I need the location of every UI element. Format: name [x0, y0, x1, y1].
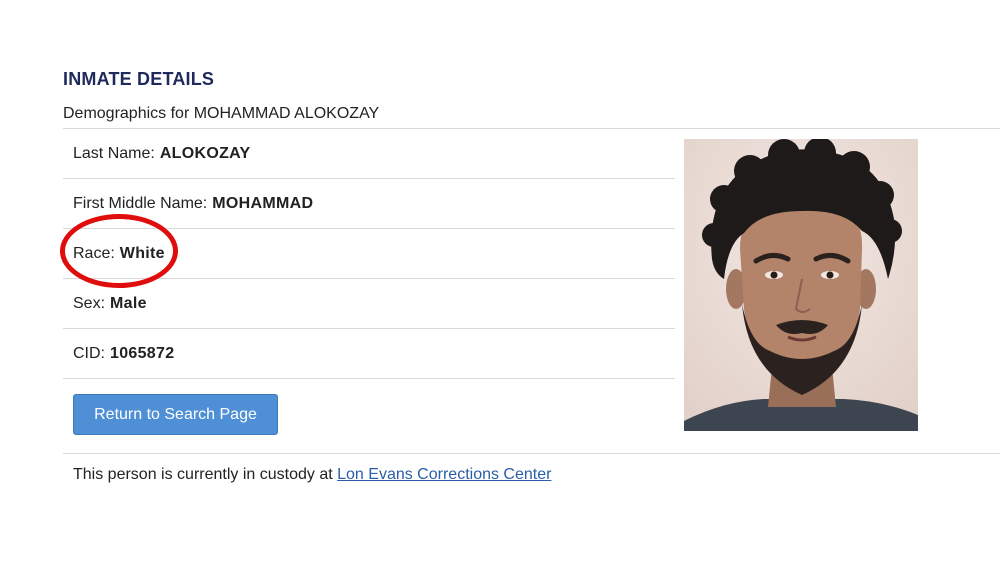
- detail-label: Last Name:: [73, 144, 155, 162]
- return-to-search-button[interactable]: Return to Search Page: [73, 394, 278, 435]
- detail-row-first-middle-name: First Middle Name: MOHAMMAD: [63, 179, 675, 229]
- inmate-details-page: INMATE DETAILS Demographics for MOHAMMAD…: [0, 0, 1000, 563]
- detail-row-last-name: Last Name: ALOKOZAY: [63, 129, 675, 179]
- detail-value: Male: [110, 294, 147, 312]
- custody-status: This person is currently in custody at L…: [73, 466, 551, 484]
- detail-value: MOHAMMAD: [212, 194, 314, 212]
- detail-label: Sex:: [73, 294, 106, 312]
- detail-label: Race:: [73, 244, 115, 262]
- inmate-photo: [684, 139, 918, 431]
- facility-link[interactable]: Lon Evans Corrections Center: [337, 466, 551, 483]
- inmate-photo-image: [684, 139, 918, 431]
- detail-value: White: [119, 244, 165, 262]
- detail-label: First Middle Name:: [73, 194, 208, 212]
- detail-value: ALOKOZAY: [159, 144, 251, 162]
- detail-value: 1065872: [110, 344, 175, 362]
- details-table: Last Name: ALOKOZAY First Middle Name: M…: [63, 129, 675, 379]
- detail-label: CID:: [73, 344, 105, 362]
- detail-row-race: Race: White: [63, 229, 675, 279]
- demographics-subtitle: Demographics for MOHAMMAD ALOKOZAY: [63, 105, 380, 122]
- divider: [63, 453, 1000, 454]
- custody-text: This person is currently in custody at: [73, 466, 333, 483]
- detail-row-sex: Sex: Male: [63, 279, 675, 329]
- page-title: INMATE DETAILS: [63, 69, 215, 89]
- detail-row-cid: CID: 1065872: [63, 329, 675, 379]
